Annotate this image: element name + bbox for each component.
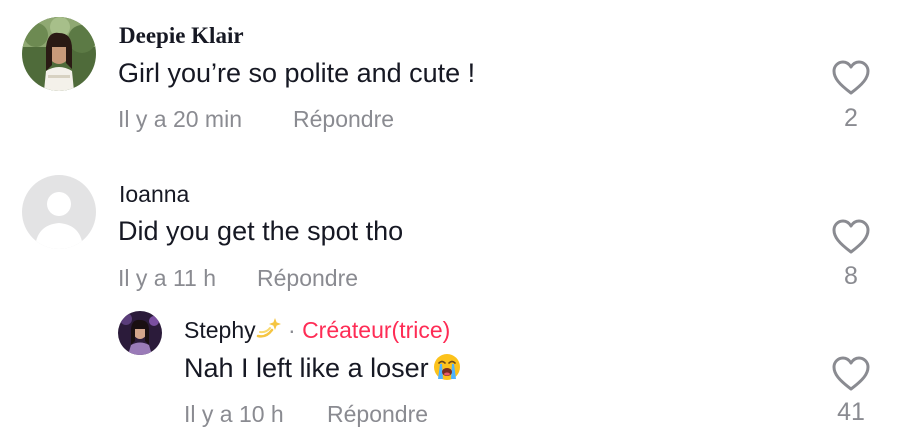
heart-outline-icon[interactable]	[831, 356, 871, 392]
heart-outline-icon[interactable]	[831, 219, 871, 255]
default-avatar-icon[interactable]	[22, 175, 96, 249]
separator-dot: ·	[288, 317, 296, 343]
like-count: 41	[837, 398, 865, 426]
reply-button[interactable]: Répondre	[293, 105, 394, 133]
comment-text: Did you get the spot tho	[118, 216, 404, 246]
comment-item: Deepie Klair Girl you’re so polite and c…	[0, 0, 906, 150]
like-count: 2	[844, 104, 858, 132]
comment-author[interactable]: Ioanna	[119, 180, 189, 208]
reply-author-line: Stephy · Créateur(trice)	[184, 316, 450, 346]
heart-outline-icon[interactable]	[831, 60, 871, 96]
reply-item: Stephy · Créateur(trice) Nah I left like…	[0, 300, 906, 440]
avatar[interactable]	[22, 17, 96, 91]
comment-timestamp: Il y a 11 h	[118, 265, 217, 291]
comment-item: Ioanna Did you get the spot tho Il y a 1…	[0, 160, 906, 310]
comment-author[interactable]: Deepie Klair	[119, 22, 244, 50]
reply-button[interactable]: Répondre	[257, 264, 358, 292]
reply-author[interactable]: Stephy	[184, 317, 256, 343]
reply-timestamp: Il y a 10 h	[184, 401, 284, 427]
like-count: 8	[844, 262, 858, 290]
comment-timestamp: Il y a 20 min	[118, 106, 242, 132]
loudly-crying-face-emoji	[433, 353, 461, 388]
dizzy-sparkle-emoji	[256, 316, 282, 346]
avatar[interactable]	[118, 311, 162, 355]
reply-text-line: Nah I left like a loser	[184, 352, 461, 388]
reply-text: Nah I left like a loser	[184, 353, 429, 383]
creator-badge: Créateur(trice)	[302, 317, 451, 343]
reply-button[interactable]: Répondre	[327, 400, 428, 428]
comment-text: Girl you’re so polite and cute !	[118, 58, 476, 88]
